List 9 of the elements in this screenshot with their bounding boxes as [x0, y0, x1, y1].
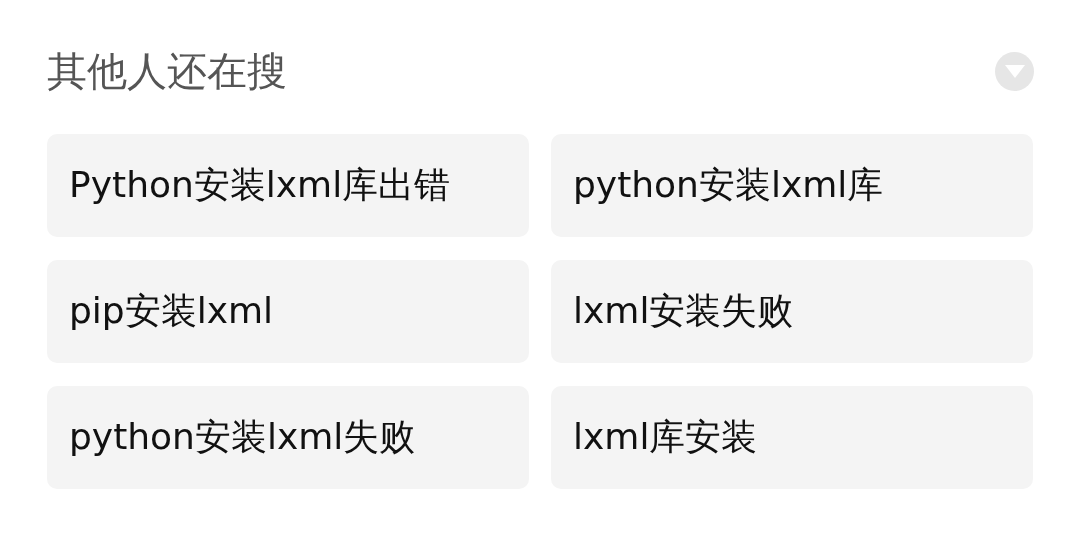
search-suggestion[interactable]: python安装lxml失败	[47, 386, 529, 489]
search-suggestion[interactable]: pip安装lxml	[47, 260, 529, 363]
section-title: 其他人还在搜	[47, 46, 287, 96]
caret-icon	[1003, 63, 1026, 79]
collapse-button[interactable]	[995, 51, 1034, 91]
search-suggestion[interactable]: lxml安装失败	[551, 260, 1033, 363]
search-suggestion[interactable]: Python安装lxml库出错	[47, 134, 529, 237]
search-suggestion[interactable]: lxml库安装	[551, 386, 1033, 489]
search-suggestion[interactable]: python安装lxml库	[551, 134, 1033, 237]
